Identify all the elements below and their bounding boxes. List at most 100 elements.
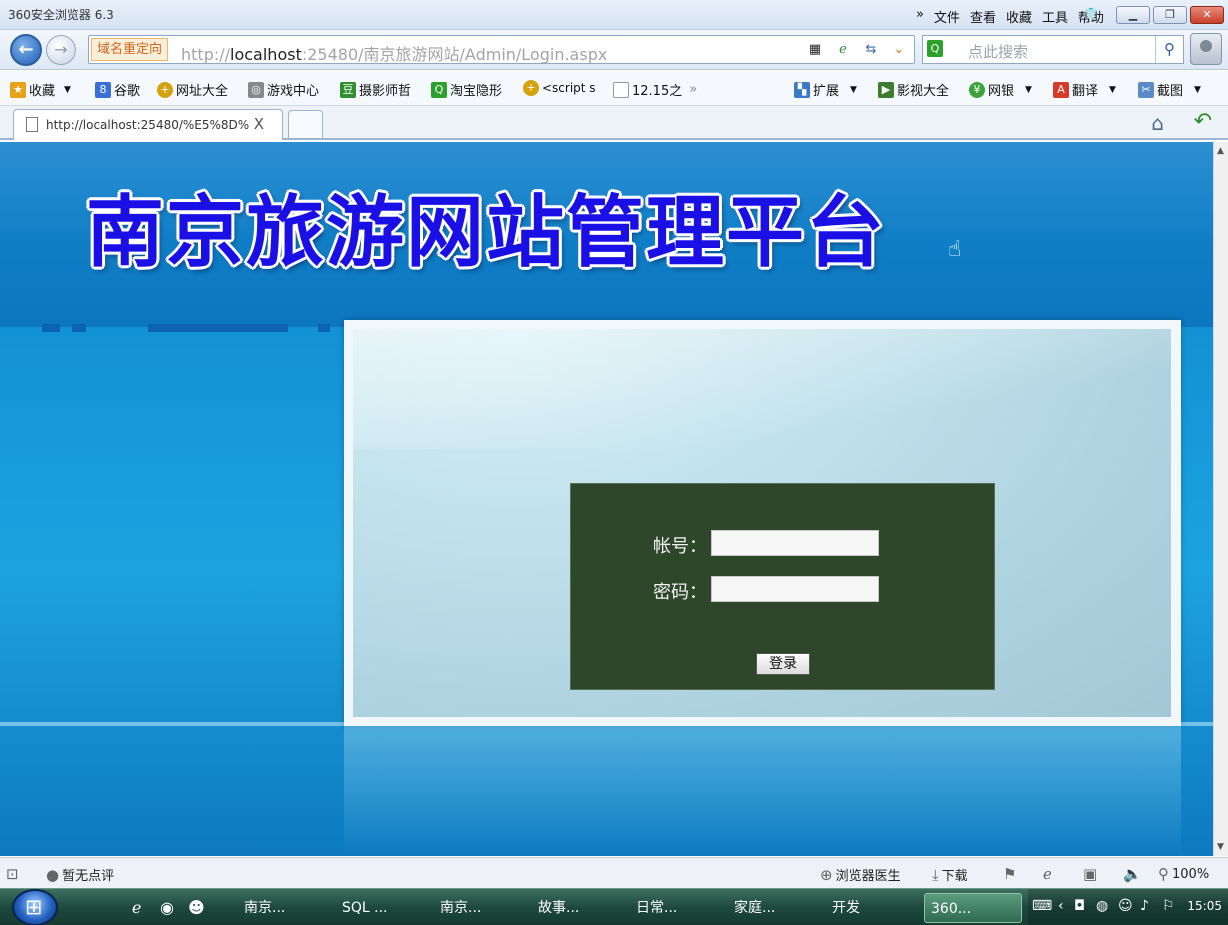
browser-360-icon[interactable]: ◉: [160, 898, 174, 917]
gamepad-icon: ◎: [248, 81, 264, 98]
back-button[interactable]: ←: [10, 34, 42, 66]
menu-tools[interactable]: 工具: [1042, 7, 1068, 26]
download-label: 下载: [941, 869, 968, 884]
home-icon[interactable]: ⌂: [1151, 111, 1164, 135]
url-prefix: http://: [181, 45, 231, 64]
sound-icon[interactable]: 🔈: [1123, 865, 1142, 883]
fav-label: 12.15之: [632, 84, 683, 99]
switch-arrow-icon[interactable]: ⇆: [860, 39, 882, 60]
ie-mode-icon[interactable]: ℯ: [832, 39, 854, 60]
menu-file[interactable]: 文件: [934, 7, 960, 26]
sidebar-toggle-icon[interactable]: ⊡: [6, 865, 19, 883]
chevron-down-icon: ▼: [1109, 84, 1116, 95]
fav-game-center[interactable]: ◎ 游戏中心: [248, 80, 319, 99]
fav-1215[interactable]: 12.15之 »: [613, 80, 697, 99]
vertical-scrollbar[interactable]: ▲ ▼: [1213, 142, 1228, 856]
search-engine-icon[interactable]: Q: [927, 40, 943, 57]
ie-icon[interactable]: ℯ: [132, 898, 141, 917]
fav-script[interactable]: + <script s: [523, 80, 596, 96]
fav-url-directory[interactable]: + 网址大全: [157, 80, 228, 99]
task-item[interactable]: 日常...: [630, 893, 728, 923]
task-item[interactable]: 南京...: [434, 893, 532, 923]
player-icon[interactable]: ☻: [188, 898, 205, 917]
undo-icon[interactable]: ↶: [1194, 109, 1212, 134]
chevron-down-icon[interactable]: ⌄: [888, 39, 910, 60]
download-item[interactable]: ⤓ 下载: [932, 865, 968, 885]
password-input[interactable]: [711, 576, 879, 602]
star-icon: ★: [10, 81, 26, 98]
tool-label: 影视大全: [897, 84, 950, 99]
menu-favorites[interactable]: 收藏: [1006, 7, 1032, 26]
ie-icon[interactable]: ℯ: [1043, 865, 1052, 883]
favorites-bar: ★ 收藏 ▼ 8 谷歌 + 网址大全 ◎ 游戏中心 豆 摄影师哲 Q 淘宝隐形 …: [0, 71, 1228, 106]
fav-taobao[interactable]: Q 淘宝隐形: [431, 80, 502, 99]
scroll-up-icon[interactable]: ▲: [1217, 146, 1224, 156]
task-item-active[interactable]: 360...: [924, 893, 1022, 923]
new-tab-button[interactable]: [288, 110, 323, 138]
speed-icon[interactable]: ⚑: [1003, 865, 1016, 883]
tool-translate[interactable]: A 翻译 ▼: [1053, 80, 1116, 99]
menu-more[interactable]: »: [916, 7, 924, 26]
task-item[interactable]: 南京...: [238, 893, 336, 923]
flag-icon[interactable]: ⚐: [1162, 898, 1175, 914]
shirt-icon[interactable]: 👕: [1084, 7, 1098, 20]
password-label: 密码：: [653, 582, 707, 603]
start-button[interactable]: [12, 889, 58, 925]
clock: 15:05: [1187, 899, 1222, 913]
task-item[interactable]: 开发: [826, 893, 924, 923]
page-icon: [613, 81, 629, 98]
tab-login-page[interactable]: http://localhost:25480/%E5%8D% X: [13, 109, 283, 140]
qrcode-icon[interactable]: ▦: [804, 39, 826, 60]
user-avatar[interactable]: [1190, 33, 1222, 65]
fav-label: 网址大全: [176, 84, 229, 99]
task-item[interactable]: 家庭...: [728, 893, 826, 923]
favorites-more[interactable]: »: [689, 82, 697, 97]
site-title: 南京旅游网站管理平台: [86, 188, 887, 278]
fav-google[interactable]: 8 谷歌: [95, 80, 140, 99]
tool-label: 翻译: [1072, 84, 1099, 99]
search-box[interactable]: Q 点此搜索 ⚲: [922, 35, 1184, 64]
fav-collect[interactable]: ★ 收藏 ▼: [10, 80, 71, 99]
login-button[interactable]: 登录: [756, 653, 810, 675]
search-icon[interactable]: ⚲: [1155, 36, 1183, 63]
rating-item[interactable]: ● 暂无点评: [46, 865, 115, 885]
window-icon[interactable]: ▣: [1083, 865, 1097, 883]
tool-bank[interactable]: ¥ 网银 ▼: [969, 80, 1032, 99]
task-item[interactable]: SQL ...: [336, 893, 434, 923]
tray-expand-icon[interactable]: ‹: [1058, 898, 1064, 914]
tool-video[interactable]: ▶ 影视大全: [878, 80, 949, 99]
rating-label: 暂无点评: [62, 869, 115, 884]
window-controls: ▁ ❐ ✕: [1116, 6, 1224, 24]
menu-view[interactable]: 查看: [970, 7, 996, 26]
fav-label: <script s: [542, 81, 596, 95]
tool-screenshot[interactable]: ✂ 截图 ▼: [1138, 80, 1201, 99]
login-panel-sheen: [353, 329, 1171, 449]
restore-button[interactable]: ❐: [1153, 6, 1187, 24]
app-title: 360安全浏览器 6.3: [8, 8, 114, 22]
task-item[interactable]: 故事...: [532, 893, 630, 923]
keyboard-icon[interactable]: ⌨: [1032, 898, 1052, 914]
address-bar[interactable]: 域名重定向 http://localhost:25480/南京旅游网站/Admi…: [88, 35, 915, 64]
close-tab-icon[interactable]: X: [254, 115, 264, 133]
forward-button[interactable]: →: [46, 35, 76, 65]
zoom-label: 100%: [1172, 866, 1210, 882]
plus-icon: +: [523, 80, 539, 96]
url-rest: :25480/南京旅游网站/Admin/Login.aspx: [301, 45, 608, 64]
volume-icon[interactable]: ♪: [1140, 898, 1149, 914]
browser-doctor[interactable]: ⊕ 浏览器医生: [820, 865, 901, 885]
network-icon[interactable]: ◘: [1074, 898, 1085, 914]
fav-photographer[interactable]: 豆 摄影师哲: [340, 80, 411, 99]
qq-icon[interactable]: ☺: [1118, 898, 1133, 914]
account-input[interactable]: [711, 530, 879, 556]
close-window-button[interactable]: ✕: [1190, 6, 1224, 24]
tool-extension[interactable]: ▚ 扩展 ▼: [794, 80, 857, 99]
minimize-button[interactable]: ▁: [1116, 6, 1150, 24]
security-icon[interactable]: ◍: [1096, 898, 1108, 914]
status-bar: ⊡ ● 暂无点评 ⊕ 浏览器医生 ⤓ 下载 ⚑ ℯ ▣ 🔈 ⚲ 100%: [0, 857, 1228, 888]
redirect-tag[interactable]: 域名重定向: [91, 38, 169, 61]
zoom-icon: ⚲: [1158, 865, 1169, 883]
zoom-item[interactable]: ⚲ 100%: [1158, 865, 1209, 883]
url-text[interactable]: http://localhost:25480/南京旅游网站/Admin/Logi…: [181, 41, 607, 65]
plus-icon: +: [157, 81, 173, 98]
scroll-down-icon[interactable]: ▼: [1217, 842, 1224, 852]
